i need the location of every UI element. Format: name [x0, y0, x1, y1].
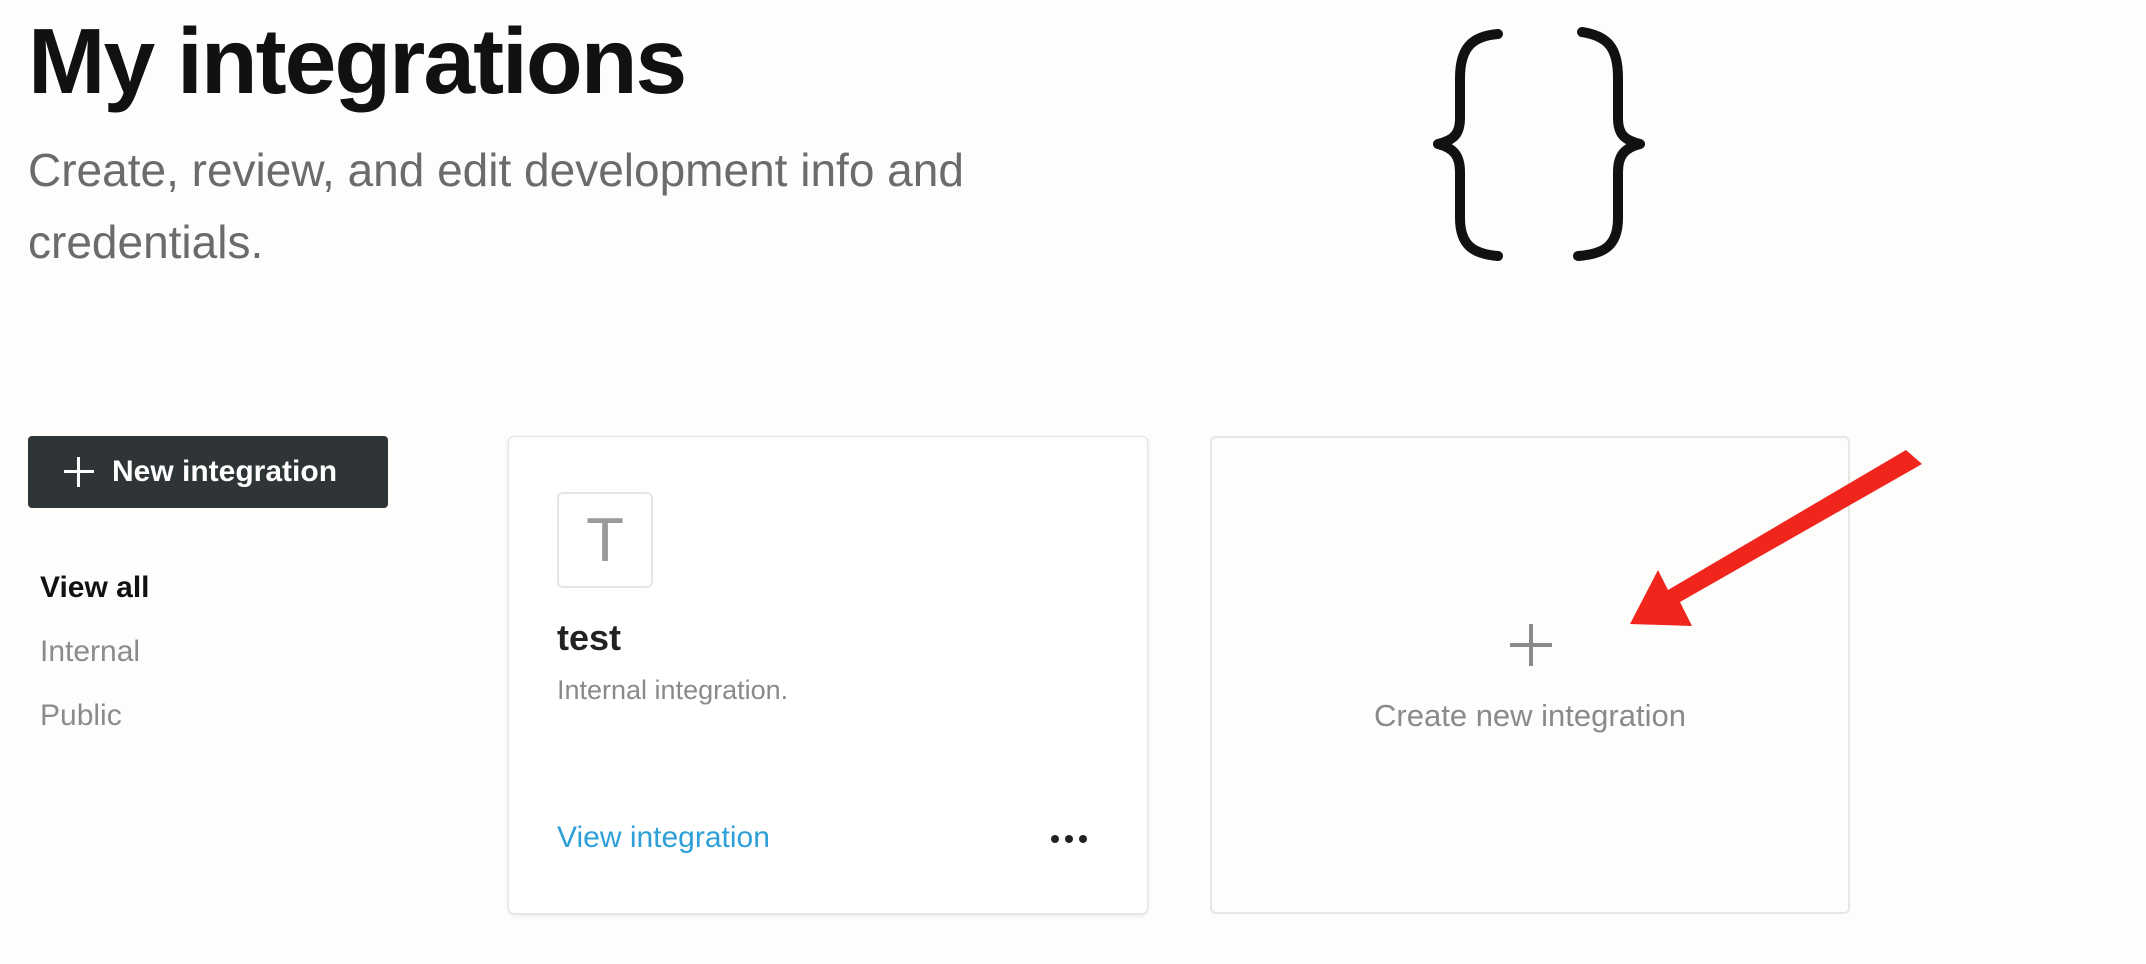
view-integration-link[interactable]: View integration	[557, 821, 770, 855]
more-horizontal-icon	[1051, 835, 1059, 843]
filter-public[interactable]: Public	[40, 684, 150, 748]
filter-view-all[interactable]: View all	[40, 556, 150, 620]
arrow-annotation-icon	[1630, 450, 1922, 626]
integration-name: test	[557, 617, 622, 658]
filter-nav: View all Internal Public	[40, 556, 150, 748]
more-options-button[interactable]	[1039, 817, 1099, 861]
plus-icon	[1510, 624, 1552, 666]
integration-description: Internal integration.	[557, 675, 789, 705]
integration-avatar: T	[557, 492, 653, 588]
page-title: My integrations	[28, 9, 687, 113]
new-integration-button[interactable]: New integration	[28, 436, 388, 508]
page-subtitle: Create, review, and edit development inf…	[28, 144, 964, 268]
filter-internal[interactable]: Internal	[40, 620, 150, 684]
new-integration-label: New integration	[112, 455, 338, 488]
braces-icon	[1433, 27, 1645, 261]
plus-icon	[64, 457, 94, 487]
integration-card[interactable]: T test Internal integration. View integr…	[508, 436, 1148, 914]
create-integration-label: Create new integration	[1374, 698, 1686, 733]
